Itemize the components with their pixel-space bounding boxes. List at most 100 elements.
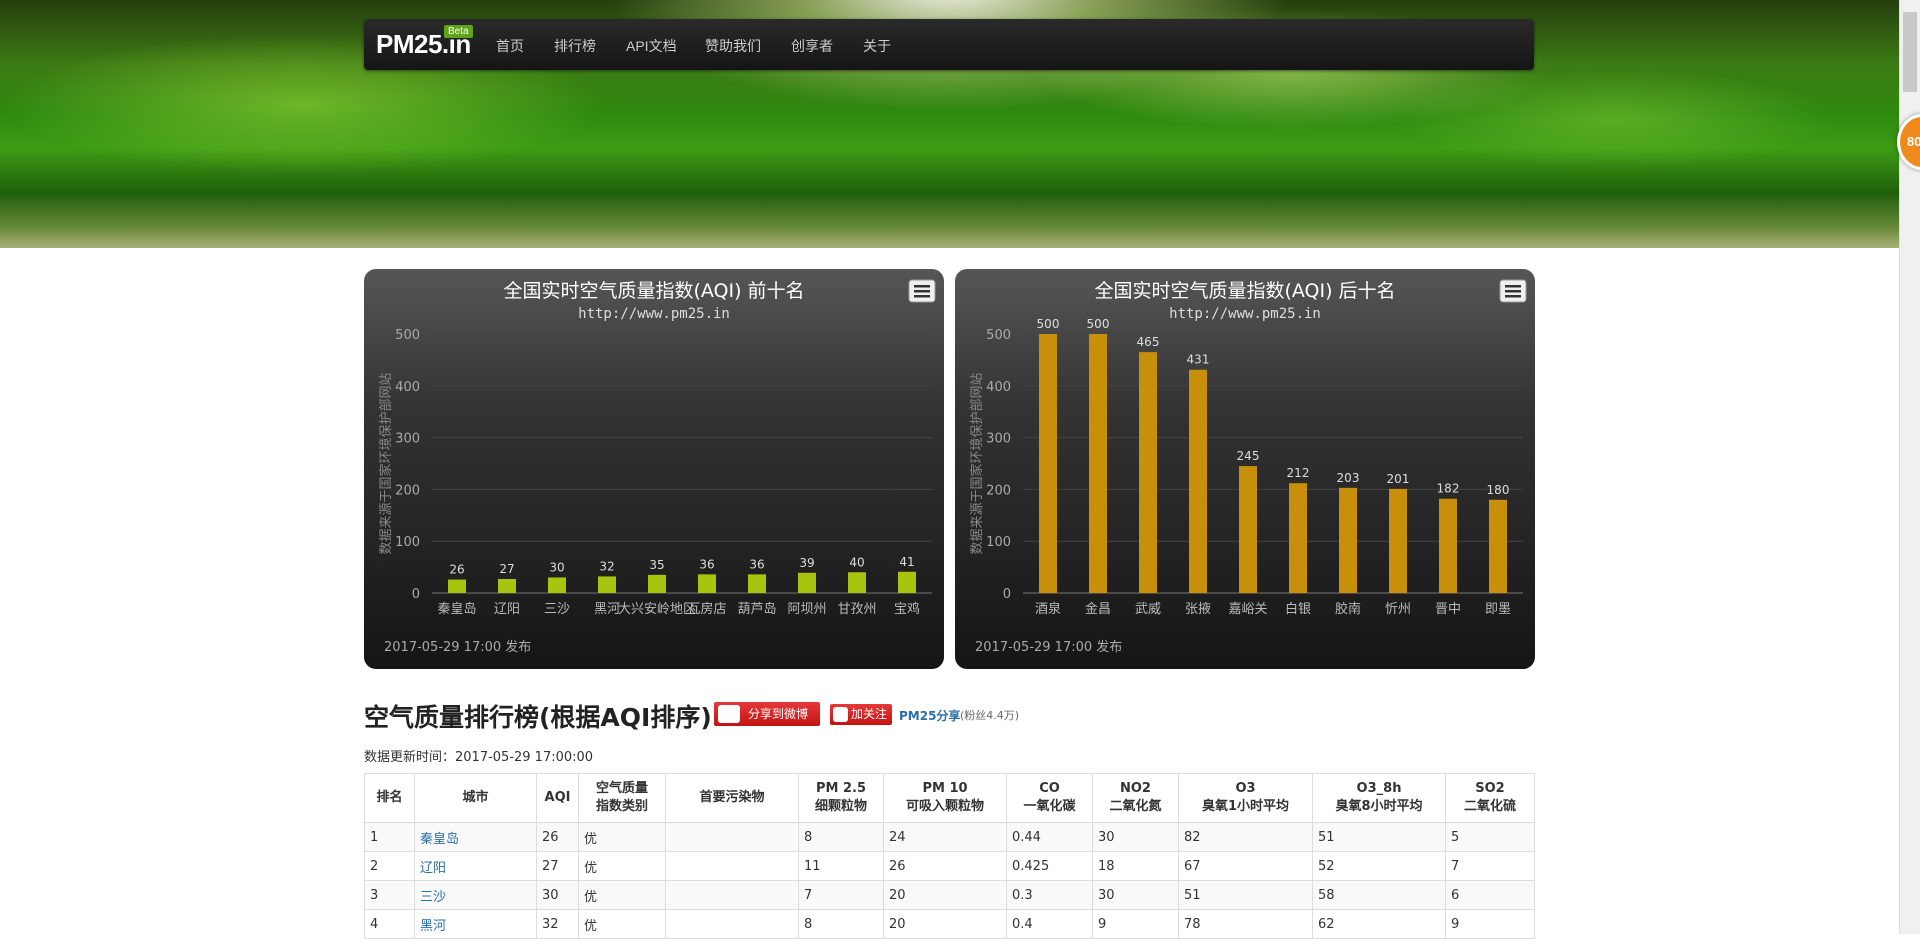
top-chart-ytick-label: 200 (395, 483, 420, 498)
bottom-chart-bar[interactable] (1139, 352, 1157, 593)
top-chart-data-label: 41 (899, 555, 914, 569)
bottom-chart-title: 全国实时空气质量指数(AQI) 后十名 (1094, 280, 1395, 302)
bottom-chart-ytick-label: 300 (986, 432, 1011, 447)
table-row: 4 黑河 32 优 8 20 0.4 9 78 62 9 (364, 909, 1535, 939)
top-chart-bar[interactable] (848, 572, 866, 593)
nav-about[interactable]: 关于 (863, 36, 891, 56)
top-chart-bar[interactable] (498, 579, 516, 593)
top-chart-xtick-label: 瓦房店 (687, 601, 726, 617)
top-chart-ytick-label: 400 (395, 380, 420, 395)
top-chart-data-label: 32 (599, 559, 614, 573)
top-chart-data-label: 36 (699, 557, 714, 571)
top-chart-bar[interactable] (448, 579, 466, 593)
bottom-chart-data-label: 182 (1437, 482, 1460, 496)
bottom-chart-data-label: 500 (1087, 317, 1110, 331)
table-cell: 78 (1178, 909, 1313, 939)
table-cell: 9 (1092, 909, 1179, 939)
bottom-chart-ytick-label: 100 (986, 535, 1011, 550)
table-cell: 30 (536, 880, 579, 910)
top-chart-bar[interactable] (648, 574, 666, 593)
bottom-chart-bar[interactable] (1339, 487, 1357, 593)
nav-creators[interactable]: 创享者 (791, 36, 833, 56)
follow-button[interactable]: 加关注 (830, 704, 892, 725)
city-link[interactable]: 黑河 (420, 919, 446, 934)
bottom-chart-xtick-label: 即墨 (1485, 602, 1511, 617)
bottom-chart-bar[interactable] (1439, 498, 1457, 593)
top-chart-ytick-label: 100 (395, 535, 420, 550)
top-chart-footer: 2017-05-29 17:00 发布 (384, 639, 531, 655)
bottom-chart-footer: 2017-05-29 17:00 发布 (975, 639, 1122, 655)
table-cell (665, 822, 799, 852)
bottom-chart-subtitle: http://www.pm25.in (1169, 306, 1321, 322)
follow-account-link[interactable]: PM25分享 (899, 707, 960, 724)
scrollbar-thumb[interactable] (1903, 12, 1917, 92)
table-cell: 优 (578, 880, 666, 910)
bottom-chart-xtick-label: 忻州 (1385, 602, 1411, 617)
aqi-ranking-table: 排名 城市 AQI 空气质量 指数类别 首要污染物 PM 2.5 细颗粒物 PM 10 可吸入颗粒… (364, 773, 1535, 939)
top-chart-data-label: 30 (549, 560, 564, 574)
table-cell: 18 (1092, 851, 1179, 881)
table-header-cell: SO2 二氧化硫 (1445, 773, 1535, 823)
table-cell: 8 (798, 909, 884, 939)
bottom-chart-xtick-label: 嘉峪关 (1228, 602, 1267, 617)
top-chart-ytick-label: 300 (395, 432, 420, 447)
table-cell: 30 (1092, 880, 1179, 910)
top-chart-data-label: 39 (799, 556, 814, 570)
top-chart-xtick-label: 三沙 (544, 602, 570, 617)
nav-home[interactable]: 首页 (496, 36, 524, 56)
bottom-chart-bar[interactable] (1239, 466, 1257, 593)
top-chart-menu-icon[interactable] (908, 279, 936, 303)
table-cell: 6 (1445, 880, 1535, 910)
bottom-chart-ytick-label: 0 (1003, 587, 1011, 602)
top-chart-bar[interactable] (548, 577, 566, 593)
bottom-chart-bar[interactable] (1289, 483, 1307, 593)
bottom-chart-bar[interactable] (1389, 488, 1407, 593)
table-header-cell: PM 10 可吸入颗粒物 (883, 773, 1007, 823)
table-cell: 2 (364, 851, 415, 881)
nav-sponsor[interactable]: 赞助我们 (705, 36, 761, 56)
top-chart-bar[interactable] (598, 576, 616, 593)
table-row: 2 辽阳 27 优 11 26 0.425 18 67 52 7 (364, 851, 1535, 881)
bottom-chart-data-label: 245 (1237, 449, 1260, 463)
table-cell: 7 (798, 880, 884, 910)
table-cell: 62 (1312, 909, 1446, 939)
city-link[interactable]: 三沙 (420, 890, 446, 905)
bottom-chart-xtick-label: 武威 (1135, 602, 1161, 617)
table-cell: 20 (883, 880, 1007, 910)
top-chart-bar[interactable] (748, 574, 766, 593)
follow-label: 加关注 (851, 707, 888, 721)
top-chart-ytick-label: 0 (412, 587, 420, 602)
chart-bottom-ten-svg: 全国实时空气质量指数(AQI) 后十名 http://www.pm25.in 0 10… (969, 279, 1527, 655)
bottom-chart-bar[interactable] (1089, 334, 1107, 593)
city-link[interactable]: 辽阳 (420, 861, 446, 876)
table-header-cell: O3_8h 臭氧8小时平均 (1312, 773, 1446, 823)
weibo-small-icon (833, 707, 848, 722)
top-chart-bar[interactable] (898, 571, 916, 593)
table-cell: 三沙 (414, 880, 537, 910)
table-cell: 26 (883, 851, 1007, 881)
follower-count: (粉丝4.4万) (960, 709, 1020, 722)
nav-api-docs[interactable]: API文档 (626, 36, 677, 56)
bottom-chart-ylabel: 数据来源于国家环境保护部网站 (969, 372, 985, 554)
bottom-chart-xtick-label: 白银 (1285, 601, 1311, 617)
table-header-cell: 首要污染物 (665, 773, 799, 823)
city-link[interactable]: 秦皇岛 (420, 832, 459, 847)
nav-ranking[interactable]: 排行榜 (554, 36, 596, 56)
top-chart-bar[interactable] (698, 574, 716, 593)
bottom-chart-xtick-label: 金昌 (1085, 601, 1111, 617)
bottom-chart-bar[interactable] (1189, 369, 1207, 593)
top-chart-title: 全国实时空气质量指数(AQI) 前十名 (503, 280, 804, 302)
bottom-chart-data-label: 431 (1187, 353, 1210, 367)
top-chart-ytick-label: 500 (395, 328, 420, 343)
bottom-chart-bar[interactable] (1489, 499, 1507, 593)
top-chart-bar[interactable] (798, 572, 816, 593)
bottom-chart-menu-icon[interactable] (1499, 279, 1527, 303)
bottom-chart-data-label: 500 (1037, 317, 1060, 331)
share-weibo-button[interactable]: 分享到微博 (714, 702, 820, 726)
share-weibo-label: 分享到微博 (748, 707, 809, 721)
top-chart-data-label: 26 (449, 563, 464, 577)
table-cell: 0.4 (1006, 909, 1093, 939)
top-chart-xtick-label: 秦皇岛 (437, 601, 476, 617)
bottom-chart-bar[interactable] (1039, 334, 1057, 593)
table-header-row: 排名 城市 AQI 空气质量 指数类别 首要污染物 PM 2.5 细颗粒物 PM 10 可吸入颗粒… (364, 773, 1535, 823)
